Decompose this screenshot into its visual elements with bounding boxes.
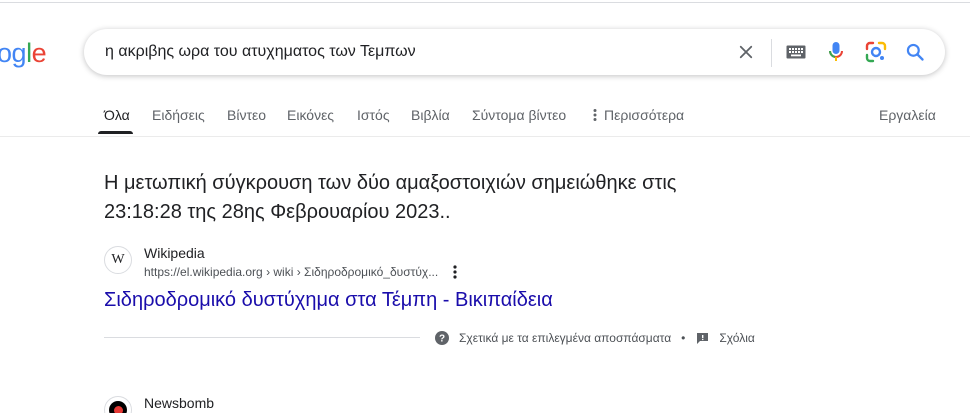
- more-options-icon[interactable]: [449, 264, 461, 280]
- separator-dot: •: [681, 331, 686, 345]
- lens-icon[interactable]: [864, 40, 888, 64]
- snippet-source[interactable]: W Wikipedia https://el.wikipedia.org › w…: [104, 244, 604, 280]
- source-name[interactable]: Wikipedia: [144, 244, 205, 262]
- search-icon[interactable]: [903, 40, 927, 64]
- tab-more[interactable]: Περισσότερα: [592, 106, 684, 124]
- search-box-divider: [771, 39, 772, 67]
- tab-more-label: Περισσότερα: [604, 107, 685, 123]
- search-tabs: Όλα Ειδήσεις Βίντεο Εικόνες Ιστός Βιβλία…: [0, 97, 970, 137]
- wikipedia-favicon-icon: W: [104, 246, 132, 274]
- next-result-source-name[interactable]: Newsbomb: [144, 394, 214, 412]
- logo-letter-o: o: [0, 38, 12, 68]
- active-tab-indicator: [98, 131, 133, 134]
- tab-videos[interactable]: Βίντεο: [227, 106, 266, 124]
- tab-images[interactable]: Εικόνες: [287, 106, 334, 124]
- top-border: [0, 2, 970, 3]
- tab-books[interactable]: Βιβλία: [411, 106, 450, 124]
- source-url[interactable]: https://el.wikipedia.org › wiki › Σιδηρο…: [144, 264, 438, 280]
- more-vert-icon: [593, 109, 597, 121]
- result-title-link[interactable]: Σιδηροδρομικό δυστύχημα στα Τέμπη - Βικι…: [104, 287, 553, 313]
- search-box[interactable]: η ακριβης ωρα του ατυχηματος των Τεμπων: [84, 29, 945, 75]
- answer-line-1: Η μετωπική σύγκρουση των δύο αμαξοστοιχι…: [104, 172, 677, 194]
- svg-text:?: ?: [439, 334, 445, 345]
- next-result-source[interactable]: Newsbomb: [104, 392, 404, 413]
- logo-letter-e: e: [31, 38, 47, 68]
- tab-news[interactable]: Ειδήσεις: [152, 106, 205, 124]
- logo-letter-g: g: [11, 38, 27, 68]
- tab-all[interactable]: Όλα: [104, 106, 130, 124]
- keyboard-icon[interactable]: [784, 40, 808, 64]
- answer-line-2: 23:18:28 της 28ης Φεβρουαρίου 2023..: [104, 201, 451, 223]
- microphone-icon[interactable]: [824, 40, 848, 64]
- feedback-icon: [695, 331, 709, 345]
- newsbomb-favicon-icon: [104, 396, 132, 413]
- about-snippets-link[interactable]: Σχετικά με τα επιλεγμένα αποσπάσματα: [459, 331, 671, 345]
- featured-snippet-answer: Η μετωπική σύγκρουση των δύο αμαξοστοιχι…: [104, 169, 704, 227]
- tools-button[interactable]: Εργαλεία: [879, 106, 936, 124]
- help-icon: ?: [435, 331, 449, 345]
- tab-web[interactable]: Ιστός: [357, 106, 390, 124]
- feedback-link[interactable]: Σχόλια: [719, 331, 754, 345]
- tab-short-videos[interactable]: Σύντομα βίντεο: [472, 106, 566, 124]
- snippet-divider: [104, 337, 420, 338]
- search-input[interactable]: η ακριβης ωρα του ατυχηματος των Τεμπων: [105, 42, 416, 62]
- clear-icon[interactable]: [734, 40, 758, 64]
- google-logo[interactable]: ogle: [0, 35, 47, 71]
- snippet-feedback-row: ? Σχετικά με τα επιλεγμένα αποσπάσματα •…: [435, 329, 755, 347]
- tabs-divider: [0, 136, 970, 137]
